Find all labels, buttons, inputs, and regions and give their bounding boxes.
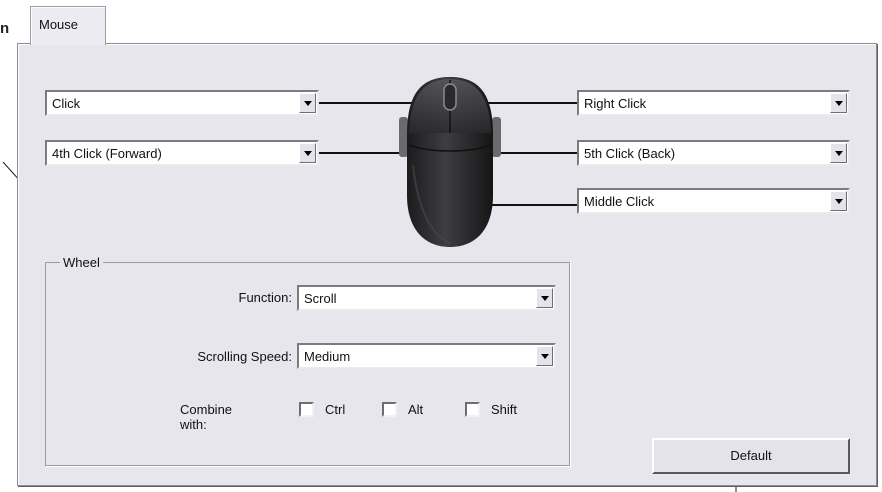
alt-label: Alt: [408, 402, 424, 417]
chevron-down-icon[interactable]: [299, 93, 316, 113]
mouse-illustration: [399, 77, 501, 247]
chevron-down-icon[interactable]: [536, 346, 553, 366]
chevron-down-icon[interactable]: [536, 288, 553, 308]
left-button-value: Click: [52, 96, 81, 111]
shift-checkbox[interactable]: [465, 402, 480, 417]
side-button-back-select[interactable]: 5th Click (Back): [577, 140, 850, 166]
right-button-select[interactable]: Right Click: [577, 90, 850, 116]
middle-button-value: Middle Click: [584, 194, 655, 209]
ctrl-checkbox[interactable]: [299, 402, 314, 417]
middle-button-select[interactable]: Middle Click: [577, 188, 850, 214]
chevron-down-icon[interactable]: [830, 143, 847, 163]
combine-with-label: Combine with:: [180, 402, 233, 432]
alt-checkbox[interactable]: [382, 402, 397, 417]
chevron-down-icon[interactable]: [830, 191, 847, 211]
left-button-select[interactable]: Click: [45, 90, 319, 116]
scrolling-speed-select[interactable]: Medium: [297, 343, 556, 369]
tab-mouse-label: Mouse: [39, 17, 79, 32]
side-button-back-value: 5th Click (Back): [584, 146, 676, 161]
chevron-down-icon[interactable]: [299, 143, 316, 163]
side-button-forward-value: 4th Click (Forward): [52, 146, 162, 161]
right-button-value: Right Click: [584, 96, 647, 111]
scrolling-speed-label: Scrolling Speed:: [197, 349, 292, 364]
tab-mouse[interactable]: Mouse: [30, 6, 106, 45]
chevron-down-icon[interactable]: [830, 93, 847, 113]
side-button-forward-select[interactable]: 4th Click (Forward): [45, 140, 319, 166]
wheel-group-title: Wheel: [60, 255, 103, 270]
function-select[interactable]: Scroll: [297, 285, 556, 311]
shift-label: Shift: [491, 402, 518, 417]
ctrl-label: Ctrl: [325, 402, 346, 417]
default-button[interactable]: Default: [652, 438, 850, 474]
function-label: Function:: [238, 290, 292, 305]
cut-off-text: n: [0, 20, 10, 37]
scrolling-speed-value: Medium: [304, 349, 351, 364]
function-value: Scroll: [304, 291, 337, 306]
